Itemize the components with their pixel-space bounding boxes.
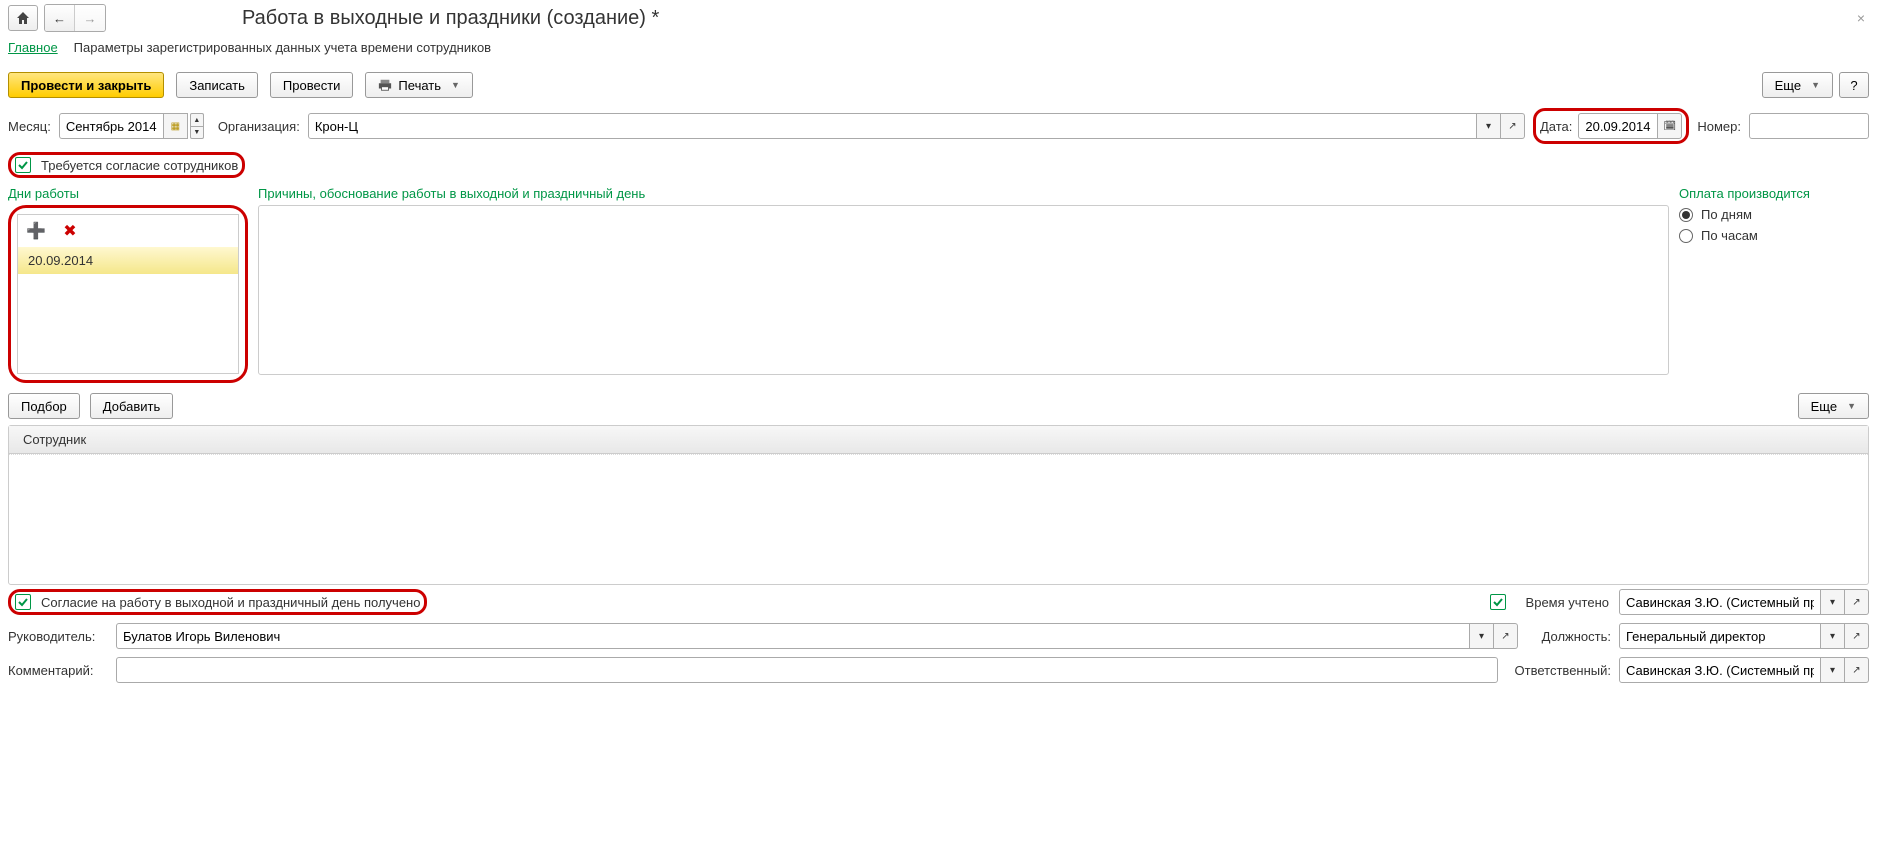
consent-required-label: Требуется согласие сотрудников (41, 158, 238, 173)
number-input[interactable] (1749, 113, 1869, 139)
payment-by-days-radio[interactable]: По дням (1679, 207, 1869, 222)
reason-section-label: Причины, обоснование работы в выходной и… (258, 186, 1669, 201)
month-input[interactable] (59, 113, 164, 139)
arrow-left-icon: ← (53, 11, 66, 26)
time-counted-label: Время учтено (1526, 595, 1609, 610)
arrow-right-icon: → (84, 11, 97, 26)
org-input[interactable] (308, 113, 1477, 139)
payment-section-label: Оплата производится (1679, 186, 1869, 201)
payment-by-hours-label: По часам (1701, 228, 1758, 243)
chevron-down-icon: ▾ (1486, 121, 1491, 132)
date-input[interactable] (1578, 113, 1658, 139)
time-user-input[interactable] (1619, 589, 1821, 615)
time-counted-checkbox[interactable] (1490, 594, 1506, 610)
days-row-1[interactable]: 20.09.2014 (18, 247, 238, 274)
calendar-icon: 🗓 (1664, 121, 1677, 132)
manager-open[interactable]: ↗ (1494, 623, 1518, 649)
nav-forward-button[interactable]: → (75, 5, 105, 31)
date-picker-button[interactable]: 🗓 (1658, 113, 1682, 139)
reason-textarea[interactable] (258, 205, 1669, 375)
time-user-open[interactable]: ↗ (1845, 589, 1869, 615)
comment-label: Комментарий: (8, 663, 108, 678)
comment-input[interactable] (116, 657, 1498, 683)
responsible-open[interactable]: ↗ (1845, 657, 1869, 683)
close-button[interactable]: × (1853, 10, 1869, 26)
manager-input[interactable] (116, 623, 1470, 649)
page-title: Работа в выходные и праздники (создание)… (242, 7, 659, 30)
days-add-button[interactable]: ➕ (24, 219, 48, 243)
check-icon (17, 159, 29, 171)
add-button[interactable]: Добавить (90, 393, 173, 419)
payment-by-hours-radio[interactable]: По часам (1679, 228, 1869, 243)
employee-table-body[interactable] (9, 454, 1868, 584)
responsible-input[interactable] (1619, 657, 1821, 683)
radio-off-icon (1679, 229, 1693, 243)
employee-column-header[interactable]: Сотрудник (9, 426, 1868, 454)
radio-on-icon (1679, 208, 1693, 222)
grid-icon: ▦ (171, 121, 180, 132)
org-label: Организация: (218, 119, 300, 134)
responsible-dropdown[interactable]: ▾ (1821, 657, 1845, 683)
consent-received-checkbox[interactable] (15, 594, 31, 610)
manager-label: Руководитель: (8, 629, 108, 644)
pick-button[interactable]: Подбор (8, 393, 80, 419)
x-icon: ✖ (63, 221, 76, 241)
consent-received-label: Согласие на работу в выходной и празднич… (41, 595, 420, 610)
more-button[interactable]: Еще (1762, 72, 1833, 98)
tab-main[interactable]: Главное (8, 40, 58, 55)
month-picker-button[interactable]: ▦ (164, 113, 188, 139)
home-button[interactable] (8, 5, 38, 31)
org-dropdown-button[interactable]: ▾ (1477, 113, 1501, 139)
position-input[interactable] (1619, 623, 1821, 649)
open-icon: ↗ (1508, 121, 1516, 132)
time-user-dropdown[interactable]: ▾ (1821, 589, 1845, 615)
print-label: Печать (398, 78, 441, 93)
employee-table: Сотрудник (8, 425, 1869, 585)
close-icon: × (1857, 10, 1865, 26)
position-dropdown[interactable]: ▾ (1821, 623, 1845, 649)
responsible-label: Ответственный: (1506, 663, 1611, 678)
date-label: Дата: (1540, 119, 1572, 134)
help-button[interactable]: ? (1839, 72, 1869, 98)
save-button[interactable]: Записать (176, 72, 258, 98)
payment-by-days-label: По дням (1701, 207, 1752, 222)
check-icon (1492, 596, 1504, 608)
printer-icon (378, 78, 392, 92)
post-and-close-button[interactable]: Провести и закрыть (8, 72, 164, 98)
emp-more-button[interactable]: Еще (1798, 393, 1869, 419)
month-up-button[interactable]: ▲ (190, 113, 204, 126)
print-button[interactable]: Печать (365, 72, 473, 98)
position-open[interactable]: ↗ (1845, 623, 1869, 649)
plus-icon: ➕ (26, 221, 46, 241)
home-icon (15, 10, 31, 26)
position-label: Должность: (1526, 629, 1611, 644)
month-label: Месяц: (8, 119, 51, 134)
days-section-label: Дни работы (8, 186, 248, 201)
org-open-button[interactable]: ↗ (1501, 113, 1525, 139)
days-delete-button[interactable]: ✖ (58, 219, 82, 243)
manager-dropdown[interactable]: ▾ (1470, 623, 1494, 649)
number-label: Номер: (1697, 119, 1741, 134)
post-button[interactable]: Провести (270, 72, 354, 98)
tab-params[interactable]: Параметры зарегистрированных данных учет… (74, 40, 491, 55)
nav-back-button[interactable]: ← (45, 5, 75, 31)
month-down-button[interactable]: ▼ (190, 126, 204, 139)
consent-required-checkbox[interactable] (15, 157, 31, 173)
check-icon (17, 596, 29, 608)
